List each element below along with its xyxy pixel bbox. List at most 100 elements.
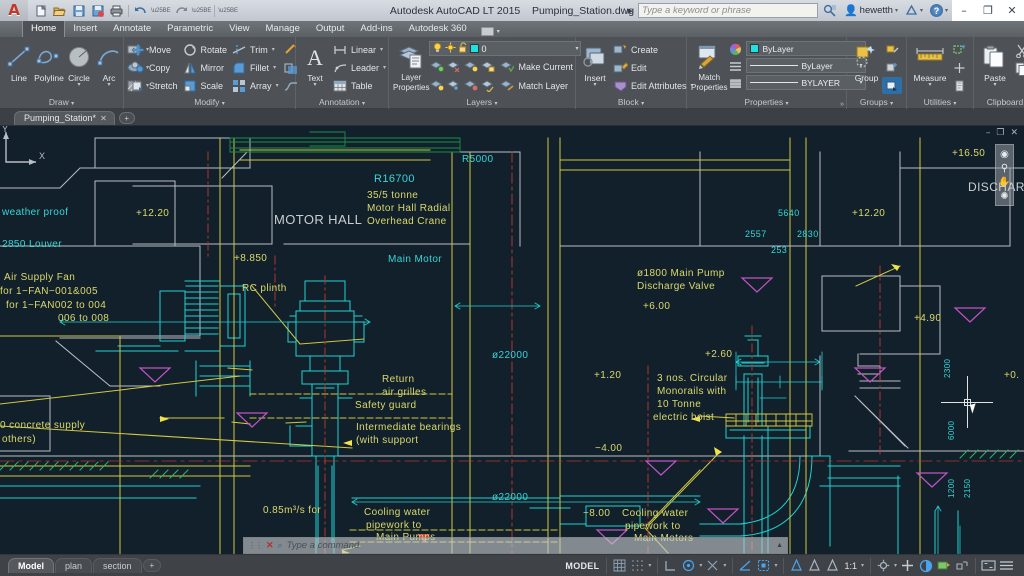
new-layout-button[interactable]: + <box>143 559 162 572</box>
drawing-minimize-button[interactable]: – <box>986 128 991 138</box>
chevron-down-icon[interactable]: ▾ <box>107 83 110 88</box>
chevron-down-icon[interactable]: ▾ <box>383 64 386 71</box>
command-history-icon[interactable]: ▲ <box>776 542 783 549</box>
layer-unisolate-icon[interactable] <box>429 77 445 93</box>
new-document-tab-button[interactable]: + <box>119 112 135 124</box>
tab-home[interactable]: Home <box>22 20 65 37</box>
plot-icon[interactable] <box>108 3 125 19</box>
panel-properties-title[interactable]: Properties ▾ <box>687 96 846 109</box>
unlock-icon[interactable] <box>458 40 468 58</box>
chevron-down-icon[interactable]: ▾ <box>993 83 996 88</box>
customization-menu-button[interactable] <box>998 557 1015 574</box>
layer-off-icon[interactable] <box>463 58 479 74</box>
ribbon-display-options[interactable]: ▾ <box>475 26 506 37</box>
ungroup-button[interactable] <box>882 41 902 58</box>
panel-draw-title[interactable]: Draw ▾ <box>0 96 123 109</box>
chevron-down-icon[interactable]: ▾ <box>272 46 275 53</box>
command-line[interactable]: ⋮⋮ ✕ ⌕ Type a command ▲ <box>243 537 788 554</box>
draw-polyline-button[interactable]: Polyline <box>34 40 64 83</box>
workspace-switching-button[interactable] <box>875 557 892 574</box>
measure-button[interactable]: Measure ▾ <box>911 40 949 88</box>
modify-stretch-button[interactable]: Stretch <box>128 77 180 94</box>
redo-icon[interactable] <box>173 3 190 19</box>
block-edit-attributes-button[interactable]: Edit Attributes ▾ <box>610 77 696 94</box>
polar-dropdown-icon[interactable]: ▾ <box>698 562 703 569</box>
panel-block-title[interactable]: Block ▾ <box>576 96 686 109</box>
tab-manage[interactable]: Manage <box>258 21 308 37</box>
search-input[interactable]: Type a keyword or phrase <box>638 3 818 18</box>
draw-line-button[interactable]: Line <box>4 40 34 83</box>
chevron-down-icon[interactable]: ▾ <box>593 83 596 88</box>
help-button[interactable]: ? ▾ <box>928 4 950 17</box>
chevron-down-icon[interactable]: ▾ <box>313 83 316 88</box>
drawing-canvas[interactable]: – ❐ ✕ ◉ ⚲ ✋ ✺ X Y weather proof2850 Louv… <box>0 126 1024 556</box>
layer-properties-button[interactable]: Layer Properties <box>393 40 429 92</box>
quick-select-button[interactable] <box>949 41 969 58</box>
layer-isolate-icon[interactable] <box>429 58 445 74</box>
close-button[interactable]: ✕ <box>1000 0 1024 21</box>
tab-annotate[interactable]: Annotate <box>105 21 159 37</box>
draw-arc-button[interactable]: Arc ▾ <box>94 40 124 88</box>
chevron-down-icon[interactable]: ▾ <box>77 83 80 88</box>
scale-dropdown-icon[interactable]: ▾ <box>860 562 865 569</box>
ortho-mode-toggle[interactable] <box>662 557 679 574</box>
drawing-restore-button[interactable]: ❐ <box>996 128 1004 138</box>
zoom-nav-icon[interactable]: ⚲ <box>1001 163 1008 174</box>
annotation-visibility-toggle[interactable] <box>755 557 772 574</box>
object-snap-tracking-toggle[interactable] <box>737 557 754 574</box>
fullscreen-toggle-button[interactable] <box>980 557 997 574</box>
chevron-down-icon[interactable]: ▾ <box>273 64 276 71</box>
undo-icon[interactable] <box>132 3 149 19</box>
panel-layers-title[interactable]: Layers ▾ <box>389 96 575 109</box>
draw-circle-button[interactable]: Circle ▾ <box>64 40 94 88</box>
group-button[interactable]: Group <box>851 40 882 83</box>
search-icon[interactable] <box>821 4 839 17</box>
annotation-linear-button[interactable]: Linear ▾ <box>330 41 388 58</box>
hardware-acceleration-button[interactable] <box>899 557 916 574</box>
drawing-close-button[interactable]: ✕ <box>1010 128 1018 138</box>
chevron-down-icon[interactable]: ▾ <box>380 46 383 53</box>
tab-insert[interactable]: Insert <box>65 21 105 37</box>
undo-dropdown-icon[interactable]: \u25BE <box>151 8 171 14</box>
modify-fillet-button[interactable]: Fillet ▾ <box>229 59 281 76</box>
workspace-dropdown-icon[interactable]: ▾ <box>893 562 898 569</box>
new-icon[interactable] <box>32 3 49 19</box>
annotation-leader-button[interactable]: Leader ▾ <box>330 59 388 76</box>
restore-button[interactable]: ❐ <box>976 0 1000 21</box>
polar-tracking-toggle[interactable] <box>680 557 697 574</box>
command-search-icon[interactable]: ⌕ <box>278 540 283 551</box>
tab-autodesk-360[interactable]: Autodesk 360 <box>401 21 475 37</box>
layout-tab-section[interactable]: section <box>93 558 142 573</box>
tab-parametric[interactable]: Parametric <box>159 21 221 37</box>
autodesk-360-icon[interactable]: ▾ <box>903 4 925 17</box>
add-scales-toggle[interactable] <box>806 557 823 574</box>
user-account-menu[interactable]: 👤 hewetth ▾ <box>842 4 900 17</box>
point-style-button[interactable] <box>949 59 969 76</box>
object-snap-toggle[interactable] <box>704 557 721 574</box>
annotation-dropdown-icon[interactable]: ▾ <box>773 562 778 569</box>
modify-scale-button[interactable]: Scale <box>180 77 230 94</box>
infocenter-expand-icon[interactable]: ▶ <box>626 7 635 15</box>
steering-wheel-icon[interactable]: ◉ <box>1000 149 1009 160</box>
graphics-performance-button[interactable] <box>935 557 952 574</box>
match-properties-button[interactable]: Match Properties <box>691 40 727 92</box>
isolate-objects-button[interactable] <box>917 557 934 574</box>
panel-annotation-title[interactable]: Annotation ▾ <box>296 96 388 109</box>
panel-modify-title[interactable]: Modify ▾ <box>124 96 295 109</box>
qat-customize-icon[interactable]: \u25BE <box>218 8 238 14</box>
layer-thaw-icon[interactable] <box>446 77 462 93</box>
snap-mode-toggle[interactable] <box>629 557 646 574</box>
annotation-text-button[interactable]: A Text ▾ <box>300 40 330 88</box>
layer-lock-icon[interactable] <box>480 58 496 74</box>
clean-screen-button[interactable] <box>953 557 970 574</box>
paste-button[interactable]: Paste ▾ <box>978 40 1012 88</box>
layer-control-dropdown[interactable]: 0 ▾ <box>429 41 581 56</box>
layer-unlock-icon[interactable] <box>480 77 496 93</box>
close-icon[interactable]: ✕ <box>100 114 107 123</box>
open-icon[interactable] <box>51 3 68 19</box>
block-create-button[interactable]: Create <box>610 41 696 58</box>
copy-clip-button[interactable] <box>1012 60 1024 77</box>
annotation-table-button[interactable]: Table <box>330 77 388 94</box>
application-menu-button[interactable]: A <box>0 0 28 21</box>
document-tab-pumping-station[interactable]: Pumping_Station* ✕ <box>14 111 115 125</box>
